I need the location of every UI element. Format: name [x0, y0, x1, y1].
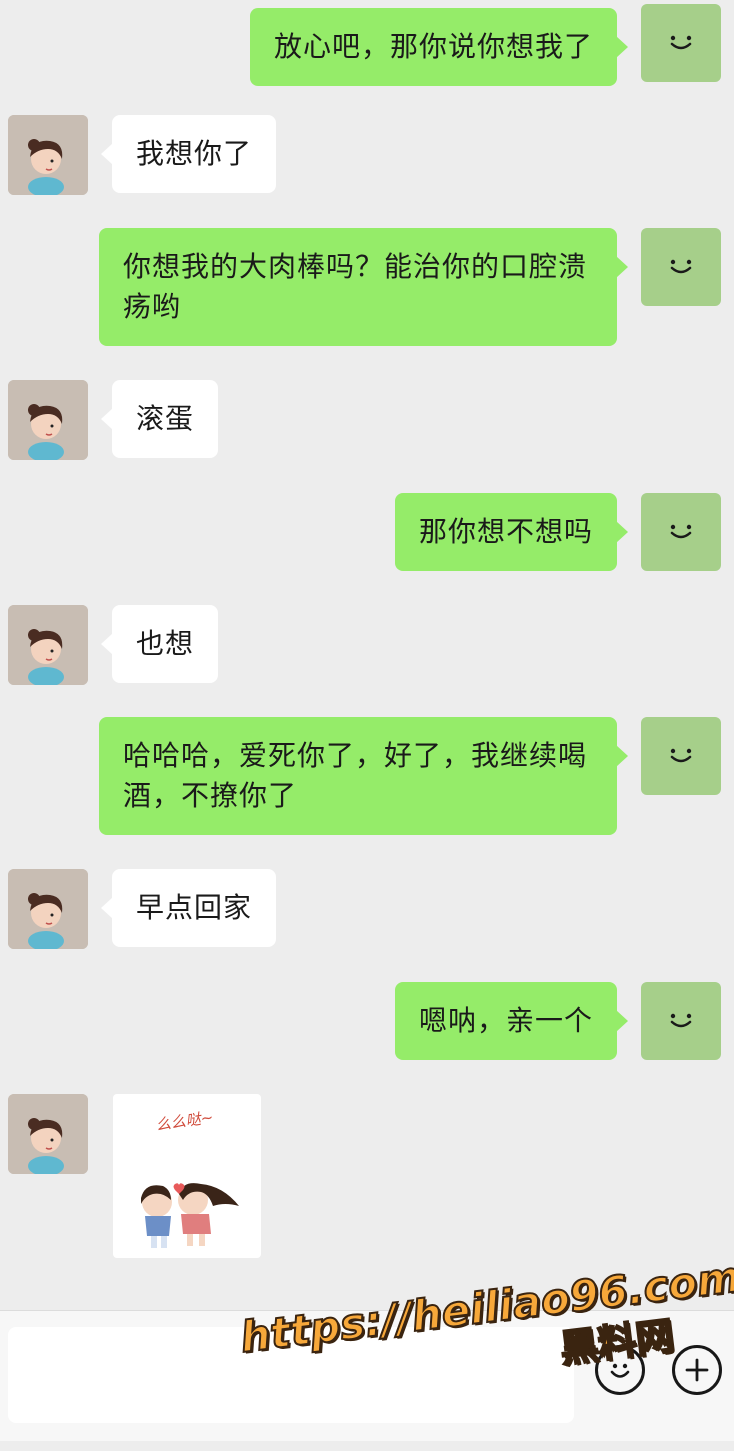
girl-avatar-icon: [8, 380, 88, 460]
outgoing-message-bubble[interactable]: 嗯呐，亲一个: [394, 982, 629, 1060]
contact-avatar[interactable]: [8, 869, 88, 949]
outgoing-message-bubble[interactable]: 放心吧，那你说你想我了: [249, 8, 629, 86]
message-text: 放心吧，那你说你想我了: [273, 30, 593, 63]
self-avatar[interactable]: [641, 493, 721, 571]
self-avatar[interactable]: [641, 4, 721, 82]
message-text: 哈哈哈，爱死你了，好了，我继续喝酒，不撩你了: [123, 739, 588, 812]
girl-avatar-icon: [8, 869, 88, 949]
self-avatar[interactable]: [641, 982, 721, 1060]
contact-avatar[interactable]: [8, 380, 88, 460]
contact-avatar[interactable]: [8, 115, 88, 195]
girl-avatar-icon: [8, 605, 88, 685]
smiley-avatar-icon: [670, 35, 692, 50]
sticker-caption: 么么哒~: [155, 1108, 215, 1134]
outgoing-message-bubble[interactable]: 那你想不想吗: [394, 493, 629, 571]
incoming-message-bubble[interactable]: 也想: [100, 605, 219, 683]
more-options-button[interactable]: [672, 1345, 722, 1395]
message-text: 你想我的大肉棒吗？能治你的口腔溃疡哟: [123, 250, 588, 323]
self-avatar[interactable]: [641, 717, 721, 795]
smiley-avatar-icon: [670, 524, 692, 539]
message-text: 那你想不想吗: [418, 515, 593, 548]
outgoing-message-bubble[interactable]: 哈哈哈，爱死你了，好了，我继续喝酒，不撩你了: [99, 717, 628, 835]
incoming-message-bubble[interactable]: 滚蛋: [100, 380, 219, 458]
outgoing-message-bubble[interactable]: 你想我的大肉棒吗？能治你的口腔溃疡哟: [99, 228, 628, 346]
message-input[interactable]: [8, 1327, 574, 1423]
message-text: 也想: [136, 627, 195, 660]
incoming-message-bubble[interactable]: 我想你了: [100, 115, 277, 193]
message-text: 嗯呐，亲一个: [418, 1004, 593, 1037]
smiley-avatar-icon: [670, 748, 692, 763]
contact-avatar[interactable]: [8, 605, 88, 685]
emoji-button[interactable]: [595, 1345, 645, 1395]
incoming-message-bubble[interactable]: 早点回家: [100, 869, 277, 947]
smiley-face-icon: [610, 1363, 630, 1378]
message-composer: [0, 1310, 734, 1441]
smiley-avatar-icon: [670, 259, 692, 274]
girl-avatar-icon: [8, 1094, 88, 1174]
message-text: 我想你了: [136, 137, 253, 170]
chat-message-list[interactable]: 放心吧，那你说你想我了 我想你了 你想我的大肉棒吗？能治你的口腔溃疡哟 滚蛋 那…: [0, 0, 734, 1310]
message-text: 早点回家: [136, 891, 253, 924]
kissing-couple-sticker[interactable]: 么么哒~: [113, 1094, 261, 1258]
kissing-couple-icon: 么么哒~: [141, 1108, 239, 1248]
plus-icon: [685, 1358, 709, 1382]
contact-avatar[interactable]: [8, 1094, 88, 1174]
girl-avatar-icon: [8, 115, 88, 195]
self-avatar[interactable]: [641, 228, 721, 306]
smiley-avatar-icon: [670, 1013, 692, 1028]
message-text: 滚蛋: [136, 402, 195, 435]
